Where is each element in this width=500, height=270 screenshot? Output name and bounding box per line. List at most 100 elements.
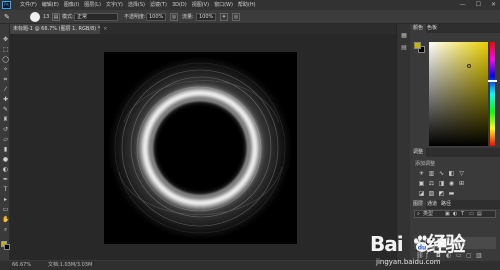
tools-panel: ✥ ⬚ ◯ ✧ ⌗ ⁄ ✚ ✎ ♜ ↺ ▱ ▮ ● ◐ ✒ T ▸ ▭ ✋ ⌕ (0, 24, 10, 260)
brush-preset-picker[interactable] (30, 12, 40, 22)
dodge-tool-icon[interactable]: ◐ (2, 166, 9, 173)
brush-panel-icon[interactable]: ▤ (52, 13, 60, 21)
stamp-tool-icon[interactable]: ♜ (2, 116, 9, 123)
crop-tool-icon[interactable]: ⌗ (2, 76, 9, 83)
options-bar: ✎ 13 ▤ 模式: 正常 不透明度: 100% ◎ 流量: 100% ✦ ◎ (0, 10, 500, 24)
filter-adjust-icon[interactable]: ◐ (453, 211, 457, 217)
curves-icon[interactable]: ∿ (438, 170, 445, 177)
layer-filter-bar[interactable]: ⌕ 类型 ▣ ◐ T ▭ ▤ (414, 210, 496, 218)
menu-filter[interactable]: 滤镜(T) (150, 0, 167, 10)
hue-slider-handle[interactable] (488, 80, 497, 82)
flow-label: 流量: (182, 14, 194, 20)
menu-image[interactable]: 图像(I) (64, 0, 79, 10)
vibrance-icon[interactable]: ▽ (458, 170, 465, 177)
watermark-url: jingyan.baidu.com (376, 258, 441, 266)
panel-icon-strip: ▦ ▤ (396, 24, 410, 260)
hue-saturation-icon[interactable]: ▣ (418, 180, 425, 187)
color-picker-handle[interactable] (467, 64, 471, 68)
watermark-jingyan: 经验 (426, 232, 466, 256)
history-panel-icon[interactable]: ▦ (400, 32, 408, 40)
zoom-level[interactable]: 66.67% (12, 261, 31, 270)
type-tool-icon[interactable]: T (2, 186, 9, 193)
photoshop-logo: Ps (2, 1, 11, 9)
document-canvas[interactable] (104, 52, 297, 244)
layers-tabs: 图层 通道 路径 (410, 200, 500, 209)
document-tab-bar: 未标题-1 @ 66.7% (图层 1, RGB/8) * × (10, 24, 396, 34)
menu-select[interactable]: 选择(S) (128, 0, 145, 10)
filter-shape-icon[interactable]: ▭ (469, 211, 474, 217)
brush-tool-icon-side[interactable]: ✎ (2, 106, 9, 113)
hue-slider[interactable] (490, 42, 495, 146)
pressure-opacity-icon[interactable]: ◎ (170, 13, 178, 21)
exposure-icon[interactable]: ◧ (448, 170, 455, 177)
flow-field[interactable]: 100% (196, 13, 216, 21)
window-controls: — ☐ ✕ (460, 0, 496, 10)
photo-filter-icon[interactable]: ◉ (448, 180, 455, 187)
invert-icon[interactable]: ◪ (418, 190, 425, 197)
color-field[interactable] (429, 42, 488, 146)
menu-list: 文件(F) 编辑(E) 图像(I) 图层(L) 文字(Y) 选择(S) 滤镜(T… (20, 0, 256, 10)
menu-window[interactable]: 窗口(W) (214, 0, 233, 10)
pen-tool-icon[interactable]: ✒ (2, 176, 9, 183)
tab-swatches[interactable]: 色板 (424, 24, 440, 33)
tab-adjustments[interactable]: 调整 (410, 148, 427, 157)
blur-tool-icon[interactable]: ● (2, 156, 9, 163)
black-white-icon[interactable]: ◨ (438, 180, 445, 187)
menu-file[interactable]: 文件(F) (20, 0, 37, 10)
lasso-tool-icon[interactable]: ◯ (2, 56, 9, 63)
quick-select-tool-icon[interactable]: ✧ (2, 66, 9, 73)
close-window-button[interactable]: ✕ (491, 0, 496, 10)
marquee-tool-icon[interactable]: ⬚ (2, 46, 9, 53)
opacity-label: 不透明度: (124, 14, 146, 20)
watermark-bai: Bai (370, 232, 404, 256)
levels-icon[interactable]: ▥ (428, 170, 435, 177)
brightness-icon[interactable]: ☀ (418, 170, 425, 177)
minimize-button[interactable]: — (460, 0, 466, 10)
tab-paths[interactable]: 路径 (438, 200, 454, 209)
threshold-icon[interactable]: ◩ (438, 190, 445, 197)
path-select-tool-icon[interactable]: ▸ (2, 196, 9, 203)
eyedropper-tool-icon[interactable]: ⁄ (2, 86, 9, 93)
panel-foreground-swatch[interactable] (414, 42, 421, 49)
pressure-size-icon[interactable]: ◎ (232, 13, 240, 21)
adjustments-tabs: 调整 (410, 148, 500, 157)
close-document-icon[interactable]: × (103, 26, 107, 32)
menu-3d[interactable]: 3D(D) (172, 0, 187, 10)
filter-smart-icon[interactable]: ▤ (477, 211, 482, 217)
posterize-icon[interactable]: ▨ (428, 190, 435, 197)
history-brush-icon[interactable]: ↺ (2, 126, 9, 133)
menu-type[interactable]: 文字(Y) (106, 0, 123, 10)
channel-mixer-icon[interactable]: ⊞ (458, 180, 465, 187)
move-tool-icon[interactable]: ✥ (2, 36, 9, 43)
zoom-tool-icon[interactable]: ⌕ (2, 226, 9, 233)
airbrush-icon[interactable]: ✦ (220, 13, 228, 21)
layer-filter-type[interactable]: 类型 (423, 211, 433, 217)
gradient-map-icon[interactable]: ▬ (448, 190, 455, 197)
color-panel-tabs: 颜色 色板 (410, 24, 500, 33)
brush-tool-icon[interactable]: ✎ (4, 13, 12, 21)
menu-view[interactable]: 视图(V) (192, 0, 209, 10)
healing-tool-icon[interactable]: ✚ (2, 96, 9, 103)
baidu-paw-icon: du (414, 235, 431, 252)
opacity-field[interactable]: 100% (146, 13, 166, 21)
gradient-tool-icon[interactable]: ▮ (2, 146, 9, 153)
shape-tool-icon[interactable]: ▭ (2, 206, 9, 213)
maximize-button[interactable]: ☐ (476, 0, 481, 10)
svg-text:du: du (418, 245, 427, 252)
hand-tool-icon[interactable]: ✋ (2, 216, 9, 223)
eraser-tool-icon[interactable]: ▱ (2, 136, 9, 143)
filter-type-icon[interactable]: T (461, 211, 464, 217)
document-tab[interactable]: 未标题-1 @ 66.7% (图层 1, RGB/8) * × (10, 24, 107, 34)
document-tab-title: 未标题-1 @ 66.7% (图层 1, RGB/8) * (13, 26, 101, 32)
mode-select[interactable]: 正常 (74, 13, 118, 21)
properties-panel-icon[interactable]: ▤ (400, 44, 408, 52)
glowing-ring-artwork (104, 52, 297, 244)
menu-help[interactable]: 帮助(H) (238, 0, 256, 10)
filter-pixel-icon[interactable]: ▣ (445, 211, 450, 217)
menu-edit[interactable]: 编辑(E) (42, 0, 59, 10)
mode-label: 模式: (62, 14, 74, 20)
color-balance-icon[interactable]: ⚖ (428, 180, 435, 187)
menu-layer[interactable]: 图层(L) (84, 0, 101, 10)
adjustments-subtitle: 添加调整 (415, 161, 436, 167)
menu-bar: Ps 文件(F) 编辑(E) 图像(I) 图层(L) 文字(Y) 选择(S) 滤… (0, 0, 500, 10)
